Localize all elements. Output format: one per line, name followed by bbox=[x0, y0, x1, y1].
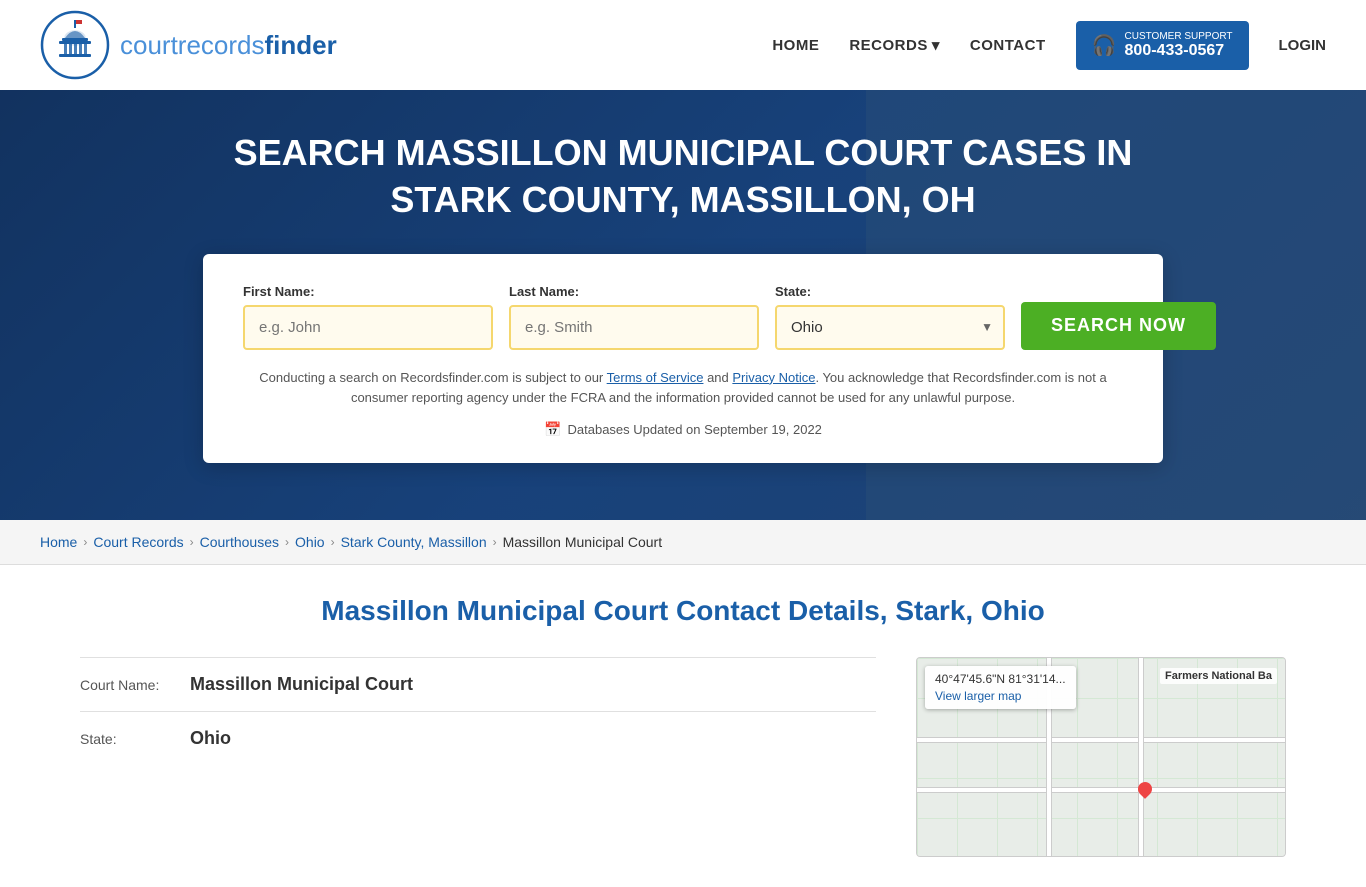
map-road-h2 bbox=[917, 787, 1285, 793]
logo-icon bbox=[40, 10, 110, 80]
breadcrumb-sep-3: › bbox=[285, 535, 289, 549]
terms-link[interactable]: Terms of Service bbox=[607, 370, 704, 385]
state-group: State: Ohio bbox=[775, 284, 1005, 350]
main-content: Massillon Municipal Court Contact Detail… bbox=[0, 565, 1366, 887]
breadcrumb-sep-1: › bbox=[83, 535, 87, 549]
court-name-value: Massillon Municipal Court bbox=[190, 674, 413, 695]
section-title: Massillon Municipal Court Contact Detail… bbox=[80, 595, 1286, 627]
hero-section: SEARCH MASSILLON MUNICIPAL COURT CASES I… bbox=[0, 90, 1366, 520]
nav-records[interactable]: RECORDS ▾ bbox=[849, 36, 940, 54]
state-select-wrapper: Ohio bbox=[775, 305, 1005, 350]
court-name-label: Court Name: bbox=[80, 677, 190, 693]
court-name-row: Court Name: Massillon Municipal Court bbox=[80, 657, 876, 711]
view-larger-map-link[interactable]: View larger map bbox=[935, 689, 1066, 703]
chevron-down-icon: ▾ bbox=[932, 36, 940, 54]
calendar-icon: 📅 bbox=[544, 421, 561, 438]
breadcrumb-courthouses[interactable]: Courthouses bbox=[200, 534, 279, 550]
map-area[interactable]: Farmers National Ba 40°47'45.6"N 81°31'1… bbox=[916, 657, 1286, 857]
logo-text: courtrecordsfinder bbox=[120, 30, 337, 61]
state-select[interactable]: Ohio bbox=[775, 305, 1005, 350]
breadcrumb-sep-2: › bbox=[190, 535, 194, 549]
privacy-link[interactable]: Privacy Notice bbox=[732, 370, 815, 385]
headset-icon: 🎧 bbox=[1092, 33, 1117, 58]
breadcrumb: Home › Court Records › Courthouses › Ohi… bbox=[0, 520, 1366, 565]
nav-home[interactable]: HOME bbox=[772, 37, 819, 54]
first-name-label: First Name: bbox=[243, 284, 493, 299]
support-box[interactable]: 🎧 CUSTOMER SUPPORT 800-433-0567 bbox=[1076, 21, 1249, 70]
last-name-input[interactable] bbox=[509, 305, 759, 350]
breadcrumb-current: Massillon Municipal Court bbox=[503, 534, 663, 550]
last-name-group: Last Name: bbox=[509, 284, 759, 350]
state-detail-value: Ohio bbox=[190, 728, 231, 749]
header: courtrecordsfinder HOME RECORDS ▾ CONTAC… bbox=[0, 0, 1366, 90]
search-button[interactable]: SEARCH NOW bbox=[1021, 302, 1216, 350]
map-coords: 40°47'45.6"N 81°31'14... View larger map bbox=[925, 666, 1076, 709]
details-table: Court Name: Massillon Municipal Court St… bbox=[80, 657, 876, 857]
support-phone: 800-433-0567 bbox=[1125, 42, 1233, 60]
search-card: First Name: Last Name: State: Ohio SEARC… bbox=[203, 254, 1163, 464]
main-nav: HOME RECORDS ▾ CONTACT 🎧 CUSTOMER SUPPOR… bbox=[772, 21, 1326, 70]
map-road-v2 bbox=[1138, 658, 1144, 856]
db-update: 📅 Databases Updated on September 19, 202… bbox=[243, 421, 1123, 438]
nav-contact[interactable]: CONTACT bbox=[970, 37, 1046, 54]
breadcrumb-home[interactable]: Home bbox=[40, 534, 77, 550]
logo-area[interactable]: courtrecordsfinder bbox=[40, 10, 337, 80]
nav-login[interactable]: LOGIN bbox=[1279, 37, 1327, 54]
disclaimer-text: Conducting a search on Recordsfinder.com… bbox=[243, 368, 1123, 410]
hero-title: SEARCH MASSILLON MUNICIPAL COURT CASES I… bbox=[233, 130, 1133, 224]
breadcrumb-sep-4: › bbox=[331, 535, 335, 549]
first-name-input[interactable] bbox=[243, 305, 493, 350]
state-row: State: Ohio bbox=[80, 711, 876, 765]
breadcrumb-stark-massillon[interactable]: Stark County, Massillon bbox=[341, 534, 487, 550]
search-fields: First Name: Last Name: State: Ohio SEARC… bbox=[243, 284, 1123, 350]
breadcrumb-ohio[interactable]: Ohio bbox=[295, 534, 325, 550]
state-detail-label: State: bbox=[80, 731, 190, 747]
map-label-bank: Farmers National Ba bbox=[1160, 668, 1277, 684]
first-name-group: First Name: bbox=[243, 284, 493, 350]
support-label: CUSTOMER SUPPORT bbox=[1125, 31, 1233, 42]
breadcrumb-sep-5: › bbox=[493, 535, 497, 549]
details-map-row: Court Name: Massillon Municipal Court St… bbox=[80, 657, 1286, 857]
state-label: State: bbox=[775, 284, 1005, 299]
map-road-h1 bbox=[917, 737, 1285, 743]
last-name-label: Last Name: bbox=[509, 284, 759, 299]
breadcrumb-court-records[interactable]: Court Records bbox=[93, 534, 183, 550]
